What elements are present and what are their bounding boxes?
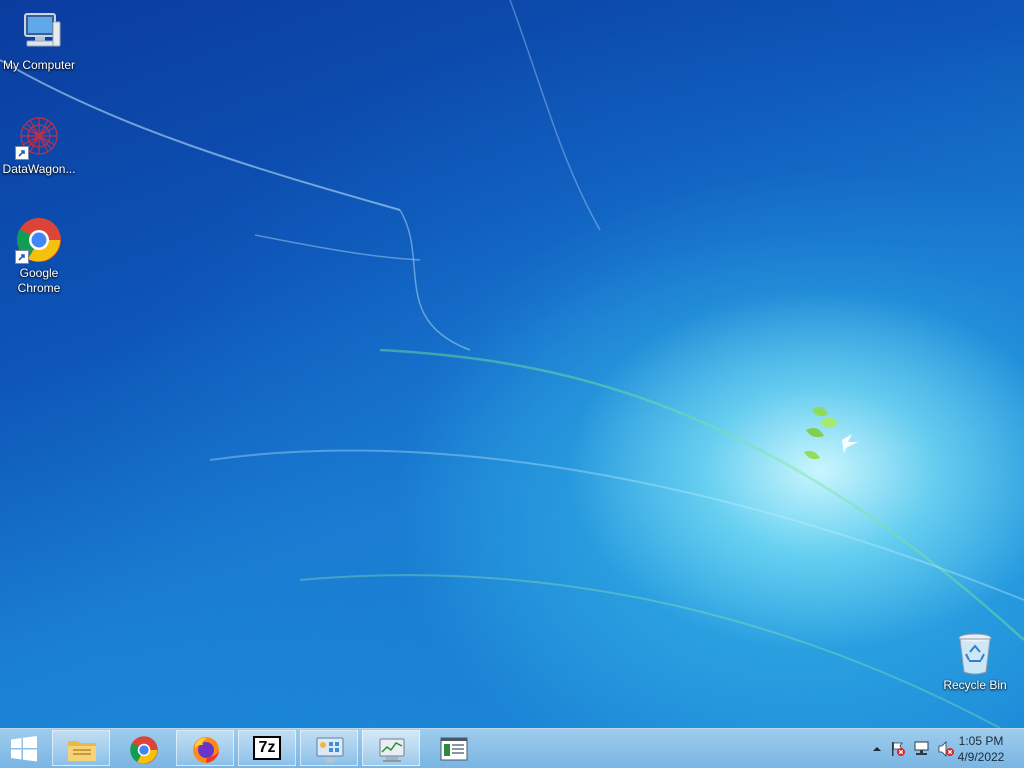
taskbar-file-explorer-button[interactable] bbox=[52, 730, 110, 766]
folder-icon bbox=[68, 741, 96, 761]
desktop-icon-label: DataWagon... bbox=[2, 162, 76, 176]
leaf-sprout-icon bbox=[804, 406, 838, 460]
desktop-icon-google-chrome[interactable]: Google Chrome bbox=[0, 216, 78, 296]
shortcut-arrow-icon bbox=[15, 250, 29, 264]
bird-icon bbox=[842, 434, 858, 454]
taskbar-task-manager-button[interactable] bbox=[362, 730, 420, 766]
system-tray: 1:05 PM 4/9/2022 bbox=[844, 729, 1024, 768]
control-panel-icon bbox=[316, 737, 344, 763]
show-hidden-icons-arrow[interactable] bbox=[872, 744, 882, 754]
clock-time: 1:05 PM bbox=[958, 734, 1004, 748]
network-icon[interactable] bbox=[914, 741, 930, 757]
7zip-icon: 7z bbox=[253, 736, 281, 760]
desktop-icon-label: Recycle Bin bbox=[943, 678, 1007, 692]
taskbar-chrome-button[interactable] bbox=[114, 730, 172, 766]
window-app-icon bbox=[440, 737, 468, 761]
desktop[interactable]: My Computer DataWagon... Google Chrome R… bbox=[0, 0, 1024, 728]
taskbar-7zip-button[interactable]: 7z bbox=[238, 730, 296, 766]
taskbar: 7z 1:05 PM 4/9/2022 bbox=[0, 728, 1024, 768]
taskbar-clock[interactable]: 1:05 PM 4/9/2022 bbox=[946, 733, 1016, 765]
recycle-bin-icon bbox=[958, 633, 992, 675]
task-manager-icon bbox=[379, 738, 405, 762]
taskbar-window-app-button[interactable] bbox=[424, 730, 482, 766]
desktop-icon-label: Google Chrome bbox=[17, 266, 61, 295]
computer-icon bbox=[24, 13, 61, 47]
taskbar-firefox-button[interactable] bbox=[176, 730, 234, 766]
firefox-icon bbox=[193, 737, 219, 763]
clock-date: 4/9/2022 bbox=[957, 750, 1005, 764]
chrome-icon bbox=[130, 736, 158, 764]
action-center-flag-icon[interactable] bbox=[890, 741, 906, 757]
desktop-icon-my-computer[interactable]: My Computer bbox=[0, 8, 78, 73]
desktop-icon-datawagon[interactable]: DataWagon... bbox=[0, 112, 78, 177]
desktop-icon-recycle-bin[interactable]: Recycle Bin bbox=[936, 632, 1014, 693]
desktop-icon-label: My Computer bbox=[2, 58, 76, 72]
shortcut-arrow-icon bbox=[15, 146, 29, 160]
wallpaper-art bbox=[0, 0, 1024, 728]
7zip-icon-text: 7z bbox=[258, 739, 276, 756]
taskbar-control-panel-button[interactable] bbox=[300, 730, 358, 766]
start-button[interactable] bbox=[0, 729, 48, 768]
windows-logo-icon bbox=[11, 736, 37, 762]
